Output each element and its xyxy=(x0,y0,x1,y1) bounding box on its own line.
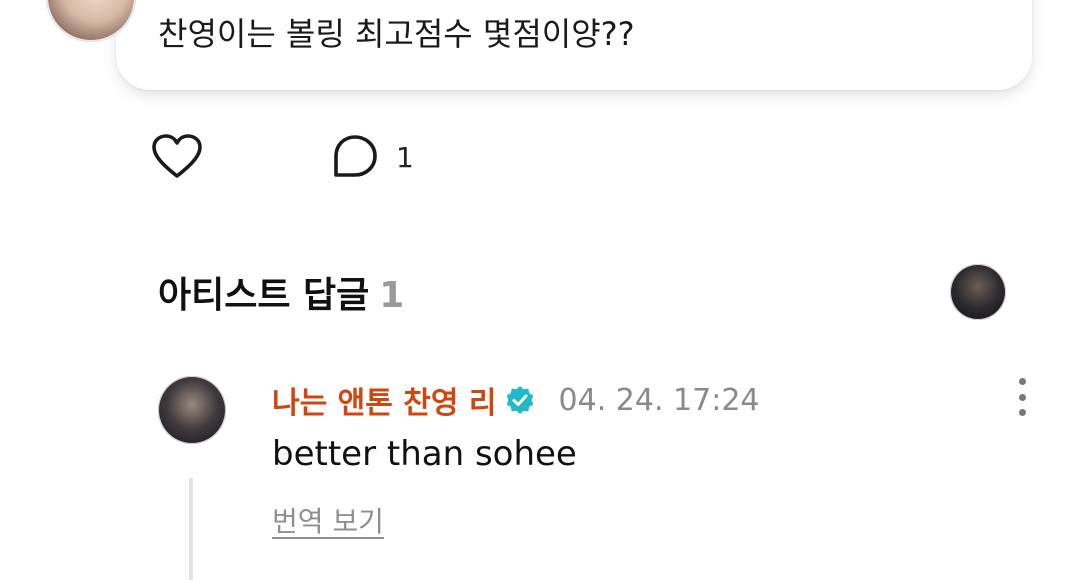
post-text: 찬영이는 볼링 최고점수 몇점이양?? xyxy=(158,15,635,53)
more-vertical-icon-dot xyxy=(1018,393,1026,401)
verified-badge-icon xyxy=(505,385,535,415)
artist-replies-title: 아티스트 답글 xyxy=(158,275,370,316)
translate-link[interactable]: 번역 보기 xyxy=(272,500,384,540)
more-vertical-icon-dot xyxy=(1018,409,1026,416)
artist-replies-header: 아티스트 답글 1 xyxy=(158,266,404,318)
speech-bubble-icon xyxy=(334,135,377,177)
reply-text: better than sohee xyxy=(272,434,577,474)
more-vertical-icon xyxy=(1018,378,1026,385)
more-options-button[interactable] xyxy=(1006,374,1038,420)
comment-thread-screen: 찬영이는 볼링 최고점수 몇점이양?? 1 아티스트 답글 1 나는 앤톤 찬영 … xyxy=(0,0,1080,580)
artist-avatar[interactable] xyxy=(950,264,1006,320)
comment-count: 1 xyxy=(396,140,414,174)
heart-outline-icon xyxy=(152,134,202,178)
reply-timestamp: 04. 24. 17:24 xyxy=(558,382,760,418)
reply-author-name[interactable]: 나는 앤톤 찬영 리 xyxy=(272,378,497,422)
thread-line xyxy=(189,478,193,580)
artist-replies-count: 1 xyxy=(379,275,405,316)
reply-author-avatar[interactable] xyxy=(158,376,226,444)
comment-button[interactable]: 1 xyxy=(332,134,414,180)
reply-header: 나는 앤톤 찬영 리 04. 24. 17:24 xyxy=(272,378,760,422)
like-button[interactable] xyxy=(150,132,204,182)
